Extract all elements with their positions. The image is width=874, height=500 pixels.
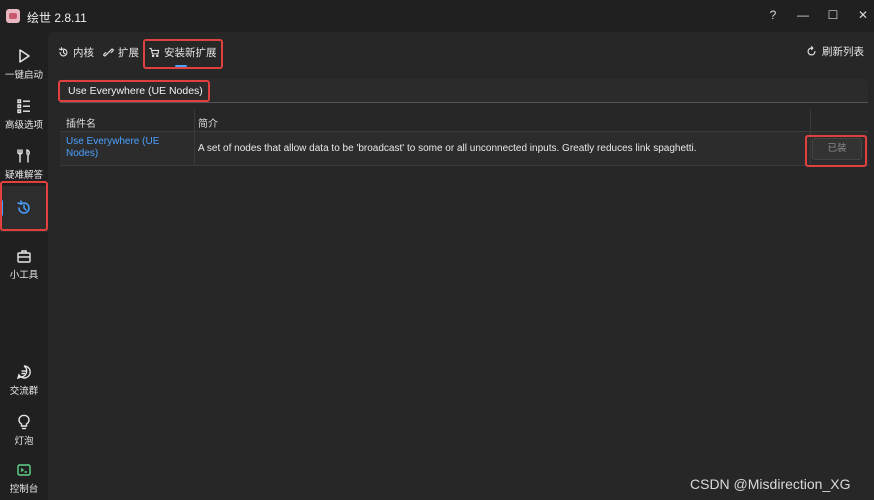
table-header: 插件名 简介 (60, 110, 868, 132)
cart-icon (149, 47, 160, 57)
sidebar-item-troubleshoot[interactable]: 疑难解答 (0, 138, 48, 184)
tab-install-new-extension[interactable]: 安装新扩展 (149, 44, 217, 60)
history-icon (17, 200, 30, 214)
wrench-icon (17, 149, 30, 163)
column-divider (194, 110, 195, 166)
main-panel: 内核 扩展 安装新扩展 刷新列表 插件名 简介 Use Everywhere (… (48, 32, 874, 500)
watermark-text: CSDN @Misdirection_XG (690, 476, 851, 492)
maximize-button[interactable]: ☐ (822, 5, 844, 25)
tab-label: 内核 (73, 46, 94, 59)
extension-description: A set of nodes that allow data to be 'br… (198, 143, 697, 154)
play-icon (19, 49, 30, 63)
list-icon (17, 99, 30, 114)
table-row: Use Everywhere (UE Nodes) A set of nodes… (60, 132, 868, 166)
chat-icon (16, 365, 31, 380)
sidebar-item-community[interactable]: 交流群 (0, 354, 48, 400)
app-title: 绘世 2.8.11 (27, 11, 87, 25)
sidebar-item-advanced[interactable]: 高级选项 (0, 88, 48, 134)
history-icon (58, 46, 68, 56)
active-indicator (0, 200, 3, 216)
sidebar-item-label: 高级选项 (4, 120, 43, 131)
sidebar: 一键启动 高级选项 疑难解答 小工具 交流群 灯泡 控制台 (0, 32, 48, 500)
sidebar-item-console[interactable]: 控制台 (0, 452, 48, 498)
toolbar: 内核 扩展 安装新扩展 刷新列表 (48, 32, 874, 72)
column-header-description: 简介 (198, 119, 218, 130)
close-button[interactable]: ✕ (852, 5, 874, 25)
sidebar-item-history[interactable] (0, 186, 48, 232)
search-input[interactable] (68, 83, 768, 99)
minimize-button[interactable]: — (792, 5, 814, 25)
sidebar-item-lightbulb[interactable]: 灯泡 (0, 404, 48, 450)
installed-button[interactable]: 已装 (812, 138, 862, 160)
column-divider (810, 110, 811, 166)
lightbulb-icon (18, 414, 30, 430)
search-box (60, 79, 868, 103)
sidebar-item-label: 小工具 (9, 270, 39, 281)
sidebar-item-launch[interactable]: 一键启动 (0, 38, 48, 84)
column-header-name: 插件名 (66, 119, 96, 130)
refresh-icon (807, 46, 816, 56)
console-icon (17, 464, 31, 476)
refresh-label: 刷新列表 (822, 46, 864, 58)
toolbox-icon (17, 250, 31, 263)
tab-label: 扩展 (118, 46, 139, 59)
title-bar: 绘世 2.8.11 ? — ☐ ✕ (0, 0, 874, 32)
help-button[interactable]: ? (762, 5, 784, 25)
sidebar-item-label: 交流群 (9, 386, 39, 397)
tab-extensions[interactable]: 扩展 (103, 44, 139, 60)
refresh-list-button[interactable]: 刷新列表 (806, 44, 864, 59)
sidebar-item-label: 一键启动 (4, 70, 43, 81)
tab-label: 安装新扩展 (164, 46, 217, 59)
active-tab-underline (175, 65, 187, 67)
puzzle-icon (103, 48, 114, 56)
sidebar-item-label: 灯泡 (14, 436, 34, 447)
app-logo-icon (6, 9, 20, 23)
sidebar-item-label: 控制台 (9, 484, 39, 495)
sidebar-item-tools[interactable]: 小工具 (0, 238, 48, 284)
sidebar-item-label: 疑难解答 (4, 170, 43, 181)
tab-kernel[interactable]: 内核 (58, 44, 94, 60)
extension-name-link[interactable]: Use Everywhere (UE Nodes) (66, 136, 194, 160)
